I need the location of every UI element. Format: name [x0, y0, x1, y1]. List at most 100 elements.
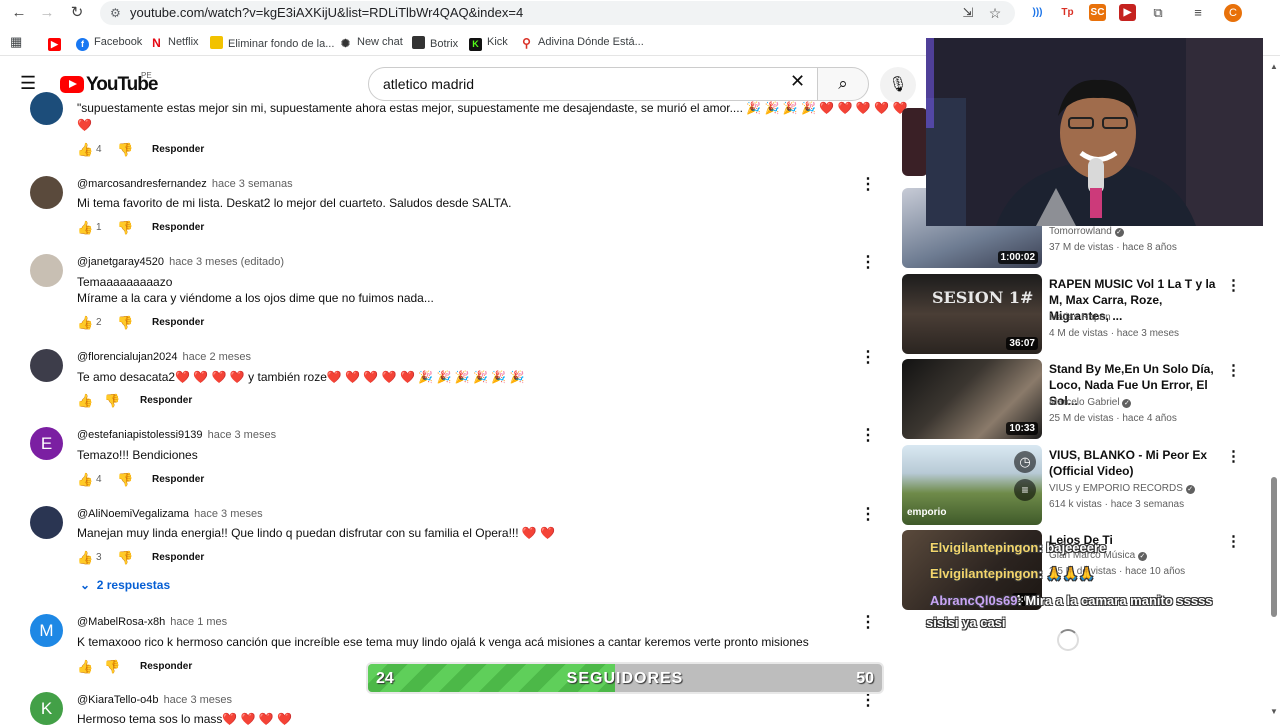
avatar[interactable] [30, 92, 63, 125]
comment-author[interactable]: @janetgaray4520 hace 3 meses (editado) [77, 256, 284, 268]
extension-tp-icon[interactable]: Tp [1059, 4, 1076, 21]
more-options-icon[interactable]: ⋮ [1226, 276, 1241, 294]
comment-author[interactable]: @estefaniapistolessi9139 hace 3 meses [77, 429, 276, 441]
more-options-icon[interactable]: ⋮ [860, 252, 876, 272]
bookmark-youtube[interactable]: ▶ [48, 36, 66, 51]
reply-button[interactable]: Responder [152, 317, 204, 328]
video-title[interactable]: VIUS, BLANKO - Mi Peor Ex (Official Vide… [1049, 447, 1219, 479]
extension-sc-icon[interactable]: SC [1089, 4, 1106, 21]
reload-icon[interactable]: ↻ [66, 2, 88, 24]
like-icon[interactable]: 👍 [77, 659, 93, 675]
bookmark-new-chat[interactable]: ✺ New chat [339, 36, 403, 51]
channel-name[interactable]: Marcelo Gabriel [1049, 397, 1120, 408]
reply-button[interactable]: Responder [152, 222, 204, 233]
comment-time[interactable]: hace 3 meses [208, 429, 276, 441]
like-icon[interactable]: 👍 [77, 393, 93, 409]
author-name[interactable]: @marcosandresfernandez [77, 178, 207, 190]
avatar[interactable]: E [30, 427, 63, 460]
comment-time[interactable]: hace 3 meses (editado) [169, 256, 284, 268]
address-bar[interactable]: ⚙ youtube.com/watch?v=kgE3iAXKijU&list=R… [100, 1, 1015, 25]
youtube-logo-icon[interactable] [60, 76, 84, 93]
avatar[interactable] [30, 349, 63, 382]
video-channel[interactable]: Tomorrowland ✓ [1049, 226, 1124, 237]
dislike-icon[interactable]: 👎 [104, 659, 120, 675]
profile-avatar[interactable]: C [1224, 4, 1242, 22]
apps-grid-icon[interactable]: ▦ [10, 34, 22, 50]
channel-name[interactable]: VIUS y EMPORIO RECORDS [1049, 483, 1183, 494]
avatar[interactable] [30, 176, 63, 209]
page-scrollbar[interactable]: ▲ ▼ [1268, 62, 1280, 720]
comment-author[interactable]: @AliNoemiVegalizama hace 3 meses [77, 508, 263, 520]
comment-author[interactable]: @MabelRosa-x8h hace 1 mes [77, 616, 227, 628]
more-options-icon[interactable]: ⋮ [860, 612, 876, 632]
comment-author[interactable]: @marcosandresfernandez hace 3 semanas [77, 178, 293, 190]
author-name[interactable]: @janetgaray4520 [77, 256, 164, 268]
view-replies-button[interactable]: ⌄ 2 respuestas [80, 578, 170, 592]
more-options-icon[interactable]: ⋮ [860, 174, 876, 194]
like-icon[interactable]: 👍 [77, 142, 93, 158]
reply-button[interactable]: Responder [140, 395, 192, 406]
avatar[interactable]: K [30, 692, 63, 725]
comment-time[interactable]: hace 3 meses [194, 508, 262, 520]
video-channel[interactable]: Marcelo Gabriel ✓ [1049, 397, 1132, 408]
reply-button[interactable]: Responder [152, 552, 204, 563]
extension-video-icon[interactable]: ▶ [1119, 4, 1136, 21]
bookmark-adivina[interactable]: ⚲ Adivina Dónde Está... [520, 36, 644, 50]
more-options-icon[interactable]: ⋮ [1226, 532, 1241, 550]
install-app-icon[interactable]: ⇲ [957, 2, 979, 24]
comment-time[interactable]: hace 3 meses [164, 694, 232, 706]
comment-author[interactable]: @KiaraTello-o4b hace 3 meses [77, 694, 232, 706]
recommended-video[interactable]: 10:33 Stand By Me,En Un Solo Día, Loco, … [902, 359, 1262, 439]
more-options-icon[interactable]: ⋮ [1226, 447, 1241, 465]
more-options-icon[interactable]: ⋮ [860, 425, 876, 445]
dislike-icon[interactable]: 👎 [117, 142, 133, 158]
bookmark-netflix[interactable]: N Netflix [150, 36, 199, 50]
reply-button[interactable]: Responder [152, 144, 204, 155]
scroll-up-icon[interactable]: ▲ [1270, 62, 1278, 71]
search-input[interactable]: atletico madrid [368, 67, 818, 101]
dislike-icon[interactable]: 👎 [104, 393, 120, 409]
like-icon[interactable]: 👍 [77, 315, 93, 331]
bookmark-botrix[interactable]: Botrix [412, 36, 458, 50]
voice-search-button[interactable]: 🎙 [880, 67, 916, 103]
like-icon[interactable]: 👍 [77, 550, 93, 566]
search-button[interactable]: ⌕ [817, 67, 869, 101]
dislike-icon[interactable]: 👎 [117, 472, 133, 488]
video-thumbnail[interactable]: emporio ◷ ≡ [902, 445, 1042, 525]
channel-name[interactable]: Matias Rapen [1049, 312, 1111, 323]
extensions-puzzle-icon[interactable]: ⧉ [1147, 2, 1169, 24]
bookmark-kick[interactable]: K Kick [469, 36, 508, 51]
comment-author[interactable]: @florencialujan2024 hace 2 meses [77, 351, 251, 363]
more-options-icon[interactable]: ⋮ [860, 347, 876, 367]
video-thumbnail-partial[interactable] [902, 108, 928, 176]
avatar[interactable] [30, 506, 63, 539]
menu-icon[interactable]: ☰ [20, 73, 40, 93]
scroll-down-icon[interactable]: ▼ [1270, 707, 1278, 716]
video-thumbnail[interactable]: SESION 1# 36:07 [902, 274, 1042, 354]
author-name[interactable]: @KiaraTello-o4b [77, 694, 159, 706]
forward-icon[interactable]: → [36, 2, 58, 24]
like-icon[interactable]: 👍 [77, 472, 93, 488]
avatar[interactable]: M [30, 614, 63, 647]
comment-time[interactable]: hace 1 mes [170, 616, 227, 628]
like-icon[interactable]: 👍 [77, 220, 93, 236]
video-channel[interactable]: Matias Rapen [1049, 312, 1111, 323]
author-name[interactable]: @florencialujan2024 [77, 351, 177, 363]
dislike-icon[interactable]: 👎 [117, 315, 133, 331]
add-to-queue-icon[interactable]: ≡ [1014, 479, 1036, 501]
watch-later-icon[interactable]: ◷ [1014, 451, 1036, 473]
more-options-icon[interactable]: ⋮ [1226, 361, 1241, 379]
reply-button[interactable]: Responder [140, 661, 192, 672]
video-channel[interactable]: VIUS y EMPORIO RECORDS ✓ [1049, 483, 1195, 494]
bookmark-eliminar-fondo[interactable]: Eliminar fondo de la... [210, 36, 334, 50]
site-info-icon[interactable]: ⚙ [110, 1, 121, 25]
channel-name[interactable]: Tomorrowland [1049, 226, 1112, 237]
author-name[interactable]: @estefaniapistolessi9139 [77, 429, 203, 441]
scrollbar-thumb[interactable] [1271, 477, 1277, 617]
clear-search-icon[interactable]: ✕ [790, 71, 805, 92]
dislike-icon[interactable]: 👎 [117, 550, 133, 566]
recommended-video[interactable]: SESION 1# 36:07 RAPEN MUSIC Vol 1 La T y… [902, 274, 1262, 354]
author-name[interactable]: @MabelRosa-x8h [77, 616, 165, 628]
bookmark-facebook[interactable]: f Facebook [76, 36, 142, 51]
avatar[interactable] [30, 254, 63, 287]
